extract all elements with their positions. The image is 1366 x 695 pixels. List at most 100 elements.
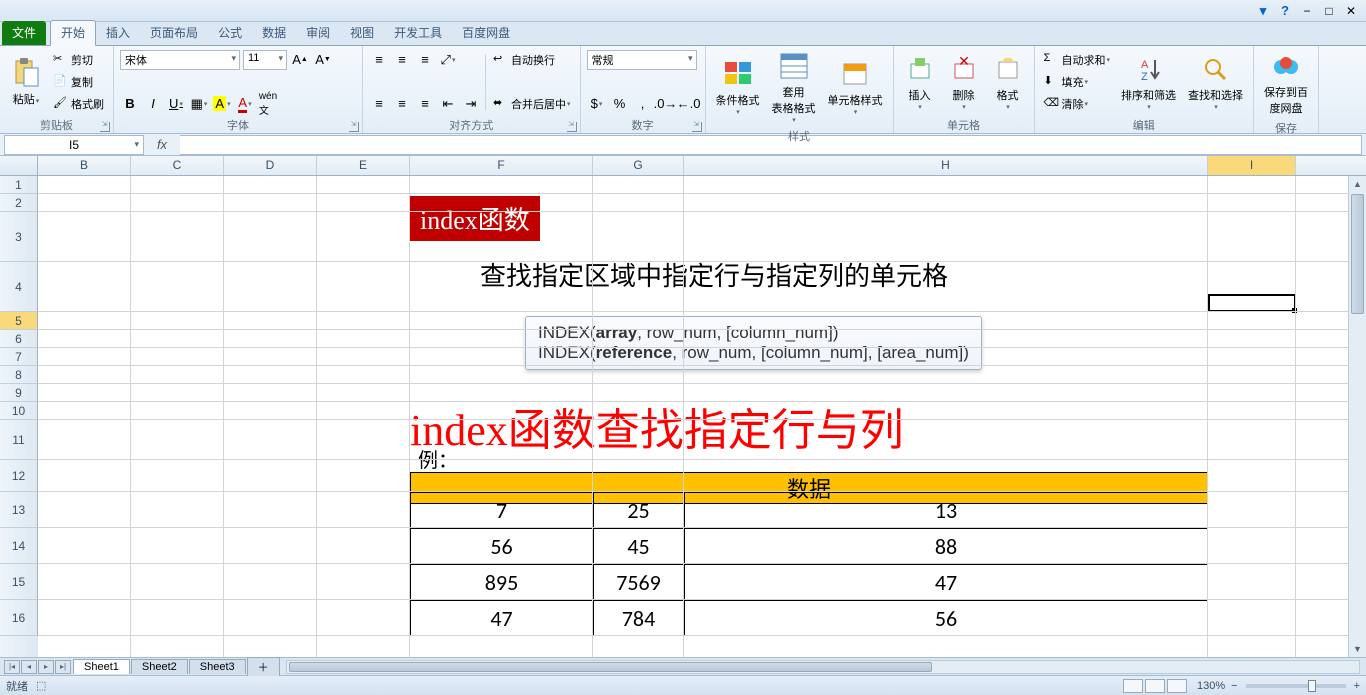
row-header-14[interactable]: 14 xyxy=(0,528,38,564)
row-header-5[interactable]: 5 xyxy=(0,312,38,330)
sheet-tab-3[interactable]: Sheet3 xyxy=(189,659,246,674)
find-select-button[interactable]: 查找和选择 xyxy=(1182,51,1249,113)
row-header-13[interactable]: 13 xyxy=(0,492,38,528)
tab-review[interactable]: 审阅 xyxy=(296,21,340,45)
column-header-I[interactable]: I xyxy=(1208,156,1296,175)
column-header-B[interactable]: B xyxy=(38,156,131,175)
table-cell[interactable]: 45 xyxy=(593,528,684,564)
sheet-add-button[interactable]: ＋ xyxy=(247,657,280,676)
maximize-button[interactable]: □ xyxy=(1320,4,1338,18)
table-cell[interactable]: 13 xyxy=(684,492,1208,528)
tab-insert[interactable]: 插入 xyxy=(96,21,140,45)
font-color-button[interactable]: A xyxy=(235,94,255,114)
zoom-slider[interactable] xyxy=(1246,684,1346,688)
dialog-launcher-icon[interactable]: ⇲ xyxy=(349,122,359,132)
view-normal-icon[interactable] xyxy=(1123,679,1143,693)
align-left-icon[interactable]: ≡ xyxy=(369,94,389,114)
row-header-11[interactable]: 11 xyxy=(0,420,38,460)
close-button[interactable]: ✕ xyxy=(1342,4,1360,18)
autosum-button[interactable]: Σ自动求和 xyxy=(1041,50,1114,70)
row-header-4[interactable]: 4 xyxy=(0,262,38,312)
table-cell[interactable]: 784 xyxy=(593,600,684,636)
dialog-launcher-icon[interactable]: ⇲ xyxy=(100,122,110,132)
cell-styles-button[interactable]: 单元格样式 xyxy=(822,56,889,118)
column-header-G[interactable]: G xyxy=(593,156,684,175)
tab-developer[interactable]: 开发工具 xyxy=(384,21,452,45)
fill-button[interactable]: ⬇填充 xyxy=(1041,72,1114,92)
row-header-1[interactable]: 1 xyxy=(0,176,38,194)
select-all-corner[interactable] xyxy=(0,156,38,175)
tab-formulas[interactable]: 公式 xyxy=(208,21,252,45)
comma-icon[interactable]: , xyxy=(633,94,653,114)
worksheet-grid[interactable]: 12345678910111213141516 index函数 查找指定区域中指… xyxy=(0,176,1366,657)
row-header-7[interactable]: 7 xyxy=(0,348,38,366)
italic-button[interactable]: I xyxy=(143,94,163,114)
tab-home[interactable]: 开始 xyxy=(50,20,96,46)
align-middle-icon[interactable]: ≡ xyxy=(392,50,412,70)
horizontal-scrollbar[interactable] xyxy=(286,660,1360,674)
wrap-text-button[interactable]: ↩自动换行 xyxy=(490,50,574,70)
tab-view[interactable]: 视图 xyxy=(340,21,384,45)
increase-indent-icon[interactable]: ⇥ xyxy=(461,94,481,114)
zoom-level[interactable]: 130% xyxy=(1197,680,1225,692)
orientation-icon[interactable]: ⤢ xyxy=(438,50,458,70)
table-cell[interactable]: 7 xyxy=(410,492,593,528)
vertical-scrollbar[interactable]: ▲ ▼ xyxy=(1348,176,1366,657)
column-header-H[interactable]: H xyxy=(684,156,1208,175)
table-cell[interactable]: 25 xyxy=(593,492,684,528)
column-header-E[interactable]: E xyxy=(317,156,410,175)
align-top-icon[interactable]: ≡ xyxy=(369,50,389,70)
sheet-tab-1[interactable]: Sheet1 xyxy=(73,659,130,674)
scroll-down-icon[interactable]: ▼ xyxy=(1349,641,1366,657)
currency-icon[interactable]: $ xyxy=(587,94,607,114)
conditional-format-button[interactable]: 条件格式 xyxy=(710,56,766,118)
bold-button[interactable]: B xyxy=(120,94,140,114)
zoom-in-button[interactable]: + xyxy=(1354,680,1360,692)
row-header-12[interactable]: 12 xyxy=(0,460,38,492)
row-header-15[interactable]: 15 xyxy=(0,564,38,600)
column-header-C[interactable]: C xyxy=(131,156,224,175)
table-cell[interactable]: 47 xyxy=(410,600,593,636)
format-table-button[interactable]: 套用 表格格式 xyxy=(766,48,822,126)
tab-data[interactable]: 数据 xyxy=(252,21,296,45)
percent-icon[interactable]: % xyxy=(610,94,630,114)
underline-button[interactable]: U xyxy=(166,94,186,114)
scroll-up-icon[interactable]: ▲ xyxy=(1349,176,1366,192)
table-cell[interactable]: 47 xyxy=(684,564,1208,600)
table-cell[interactable]: 56 xyxy=(410,528,593,564)
font-size-combo[interactable]: 11 xyxy=(243,50,287,70)
decrease-indent-icon[interactable]: ⇤ xyxy=(438,94,458,114)
sheet-first-icon[interactable]: |◂ xyxy=(4,660,20,674)
decrease-decimal-icon[interactable]: ←.0 xyxy=(679,94,699,114)
number-format-combo[interactable]: 常规 xyxy=(587,50,697,70)
view-page-layout-icon[interactable] xyxy=(1145,679,1165,693)
name-box[interactable]: I5 xyxy=(4,135,144,155)
row-header-16[interactable]: 16 xyxy=(0,600,38,636)
increase-decimal-icon[interactable]: .0→ xyxy=(656,94,676,114)
table-cell[interactable]: 88 xyxy=(684,528,1208,564)
scroll-thumb[interactable] xyxy=(1351,194,1364,314)
paste-button[interactable]: 粘贴 xyxy=(4,55,48,109)
sheet-next-icon[interactable]: ▸ xyxy=(38,660,54,674)
copy-button[interactable]: 📄复制 xyxy=(50,72,107,92)
row-header-8[interactable]: 8 xyxy=(0,366,38,384)
table-cell[interactable]: 7569 xyxy=(593,564,684,600)
zoom-handle[interactable] xyxy=(1308,680,1316,692)
border-button[interactable]: ▦ xyxy=(189,94,209,114)
row-header-9[interactable]: 9 xyxy=(0,384,38,402)
row-header-3[interactable]: 3 xyxy=(0,212,38,262)
align-right-icon[interactable]: ≡ xyxy=(415,94,435,114)
help-icon[interactable]: ? xyxy=(1276,4,1294,18)
ribbon-dropdown-icon[interactable]: ▾ xyxy=(1254,4,1272,18)
insert-cells-button[interactable]: 插入 xyxy=(898,51,942,113)
row-header-2[interactable]: 2 xyxy=(0,194,38,212)
dialog-launcher-icon[interactable]: ⇲ xyxy=(567,122,577,132)
dialog-launcher-icon[interactable]: ⇲ xyxy=(692,122,702,132)
tab-baidu[interactable]: 百度网盘 xyxy=(452,21,520,45)
merge-center-button[interactable]: ⬌合并后居中 xyxy=(490,94,574,114)
align-bottom-icon[interactable]: ≡ xyxy=(415,50,435,70)
minimize-button[interactable]: − xyxy=(1298,4,1316,18)
phonetic-button[interactable]: wén文 xyxy=(258,94,278,114)
font-name-combo[interactable]: 宋体 xyxy=(120,50,240,70)
column-header-D[interactable]: D xyxy=(224,156,317,175)
